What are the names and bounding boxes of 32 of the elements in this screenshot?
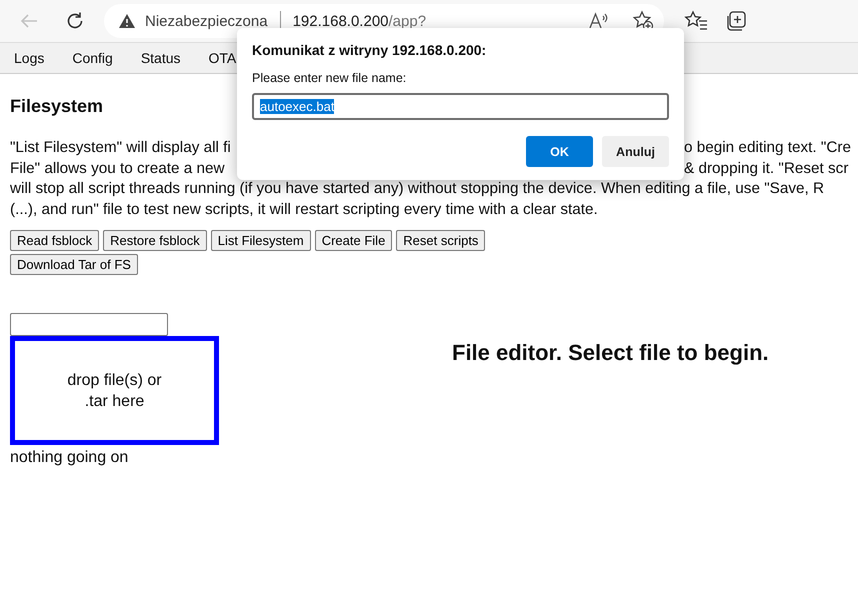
- nav-tab[interactable]: Status: [140, 50, 181, 66]
- cancel-button[interactable]: Anuluj: [602, 136, 669, 167]
- favorites-icon[interactable]: [684, 10, 708, 32]
- description-text: (...), and run" file to test new scripts, it will restart scripting every time with a clear state.: [10, 200, 598, 218]
- section-heading: Filesystem: [10, 96, 104, 117]
- text-input[interactable]: [10, 313, 168, 336]
- description-text: o begin editing text. "Cre: [684, 138, 851, 158]
- description-text: & dropping it. "Reset scr: [684, 158, 848, 178]
- nav-tab[interactable]: OTA: [208, 50, 236, 66]
- action-button[interactable]: Read fsblock: [10, 230, 100, 251]
- drop-zone[interactable]: drop file(s) or .tar here: [10, 336, 219, 445]
- url-text: 192.168.0.200/app?: [292, 12, 426, 30]
- filename-field[interactable]: autoexec.bat: [252, 93, 669, 120]
- nav-tab[interactable]: Config: [72, 50, 113, 66]
- action-button[interactable]: List Filesystem: [210, 230, 311, 251]
- warning-icon: [118, 13, 136, 29]
- security-label: Niezabezpieczona: [145, 12, 268, 30]
- editor-message: File editor. Select file to begin.: [452, 340, 769, 367]
- status-text: nothing going on: [10, 449, 130, 467]
- description-text: "List Filesystem" will display all fi: [10, 138, 232, 158]
- dialog-prompt: Please enter new file name:: [252, 71, 408, 85]
- ok-button[interactable]: OK: [526, 136, 593, 167]
- description-text: will stop all script threads running (if you have started any) without stopping the device. When editing a file, use "Save, R: [10, 180, 824, 197]
- action-button[interactable]: Restore fsblock: [103, 230, 207, 251]
- description-text: File" allows you to create a new: [10, 158, 226, 178]
- dialog-title: Komunikat z witryny 192.168.0.200:: [252, 42, 488, 58]
- collections-icon[interactable]: [726, 10, 748, 32]
- nav-tab[interactable]: Logs: [14, 50, 44, 66]
- action-button[interactable]: Download Tar of FS: [10, 254, 138, 275]
- action-button[interactable]: Reset scripts: [396, 230, 486, 251]
- read-aloud-icon[interactable]: [588, 11, 610, 31]
- action-button[interactable]: Create File: [314, 230, 392, 251]
